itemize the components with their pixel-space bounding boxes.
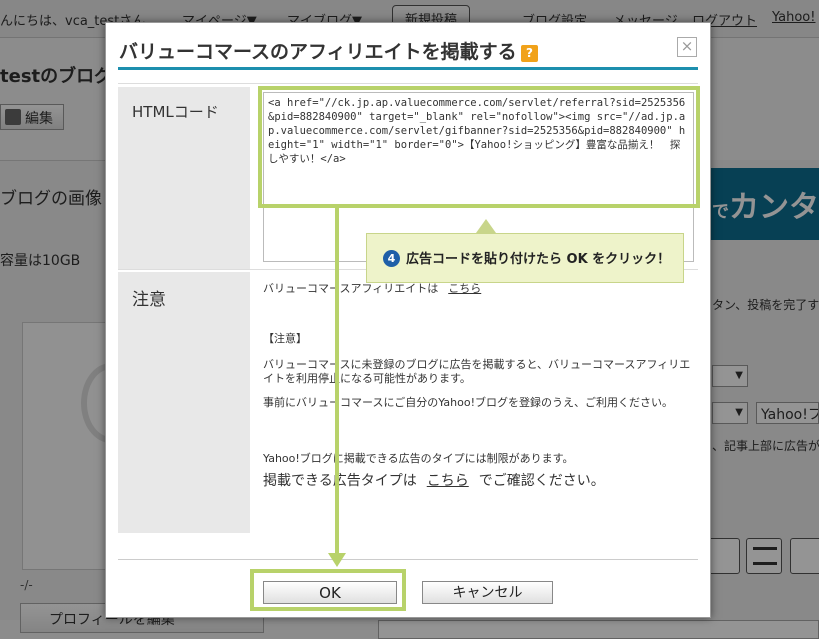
callout-pointer — [476, 219, 496, 233]
close-icon[interactable]: × — [677, 37, 697, 57]
note-ad-types-prefix: 掲載できる広告タイプは — [263, 473, 417, 489]
dialog-title: バリューコマースのアフィリエイトを掲載する — [119, 41, 517, 63]
step-callout: 4 広告コードを貼り付けたら OK をクリック！ — [366, 233, 684, 283]
note-affiliate-line: バリューコマースアフィリエイトは こちら — [263, 282, 481, 296]
note-paragraph-3: Yahoo!ブログに掲載できる広告のタイプには制限があります。 — [263, 452, 574, 465]
step-number-badge: 4 — [383, 250, 400, 267]
note-paragraph-2: 事前にバリューコマースにご自分のYahoo!ブログを登録のうえ、ご利用ください。 — [263, 396, 674, 409]
guide-connector-line — [335, 208, 339, 554]
note-ad-types-suffix: でご確認ください。 — [478, 473, 605, 489]
note-heading: 【注意】 — [263, 332, 307, 345]
title-divider — [118, 67, 698, 70]
guide-arrow-icon — [328, 553, 346, 567]
ad-types-link[interactable]: こちら — [427, 473, 469, 489]
help-icon[interactable]: ? — [521, 45, 538, 62]
html-code-label: HTMLコード — [118, 87, 250, 269]
ok-highlight-frame — [250, 569, 406, 611]
footer-divider — [118, 559, 698, 560]
cancel-button[interactable]: キャンセル — [422, 581, 553, 604]
code-highlight-frame — [258, 86, 700, 208]
note-ad-types-line: 掲載できる広告タイプは こちら でご確認ください。 — [263, 474, 605, 488]
note-affiliate-prefix: バリューコマースアフィリエイトは — [263, 282, 439, 295]
note-label: 注意 — [118, 272, 250, 533]
affiliate-info-link[interactable]: こちら — [448, 282, 481, 295]
note-row: 注意 バリューコマースアフィリエイトは こちら 【注意】 バリューコマースに未登録… — [118, 272, 698, 533]
callout-text: 広告コードを貼り付けたら OK をクリック！ — [406, 252, 671, 267]
note-paragraph-1: バリューコマースに未登録のブログに広告を掲載すると、バリューコマースアフィリエイ… — [263, 358, 691, 385]
